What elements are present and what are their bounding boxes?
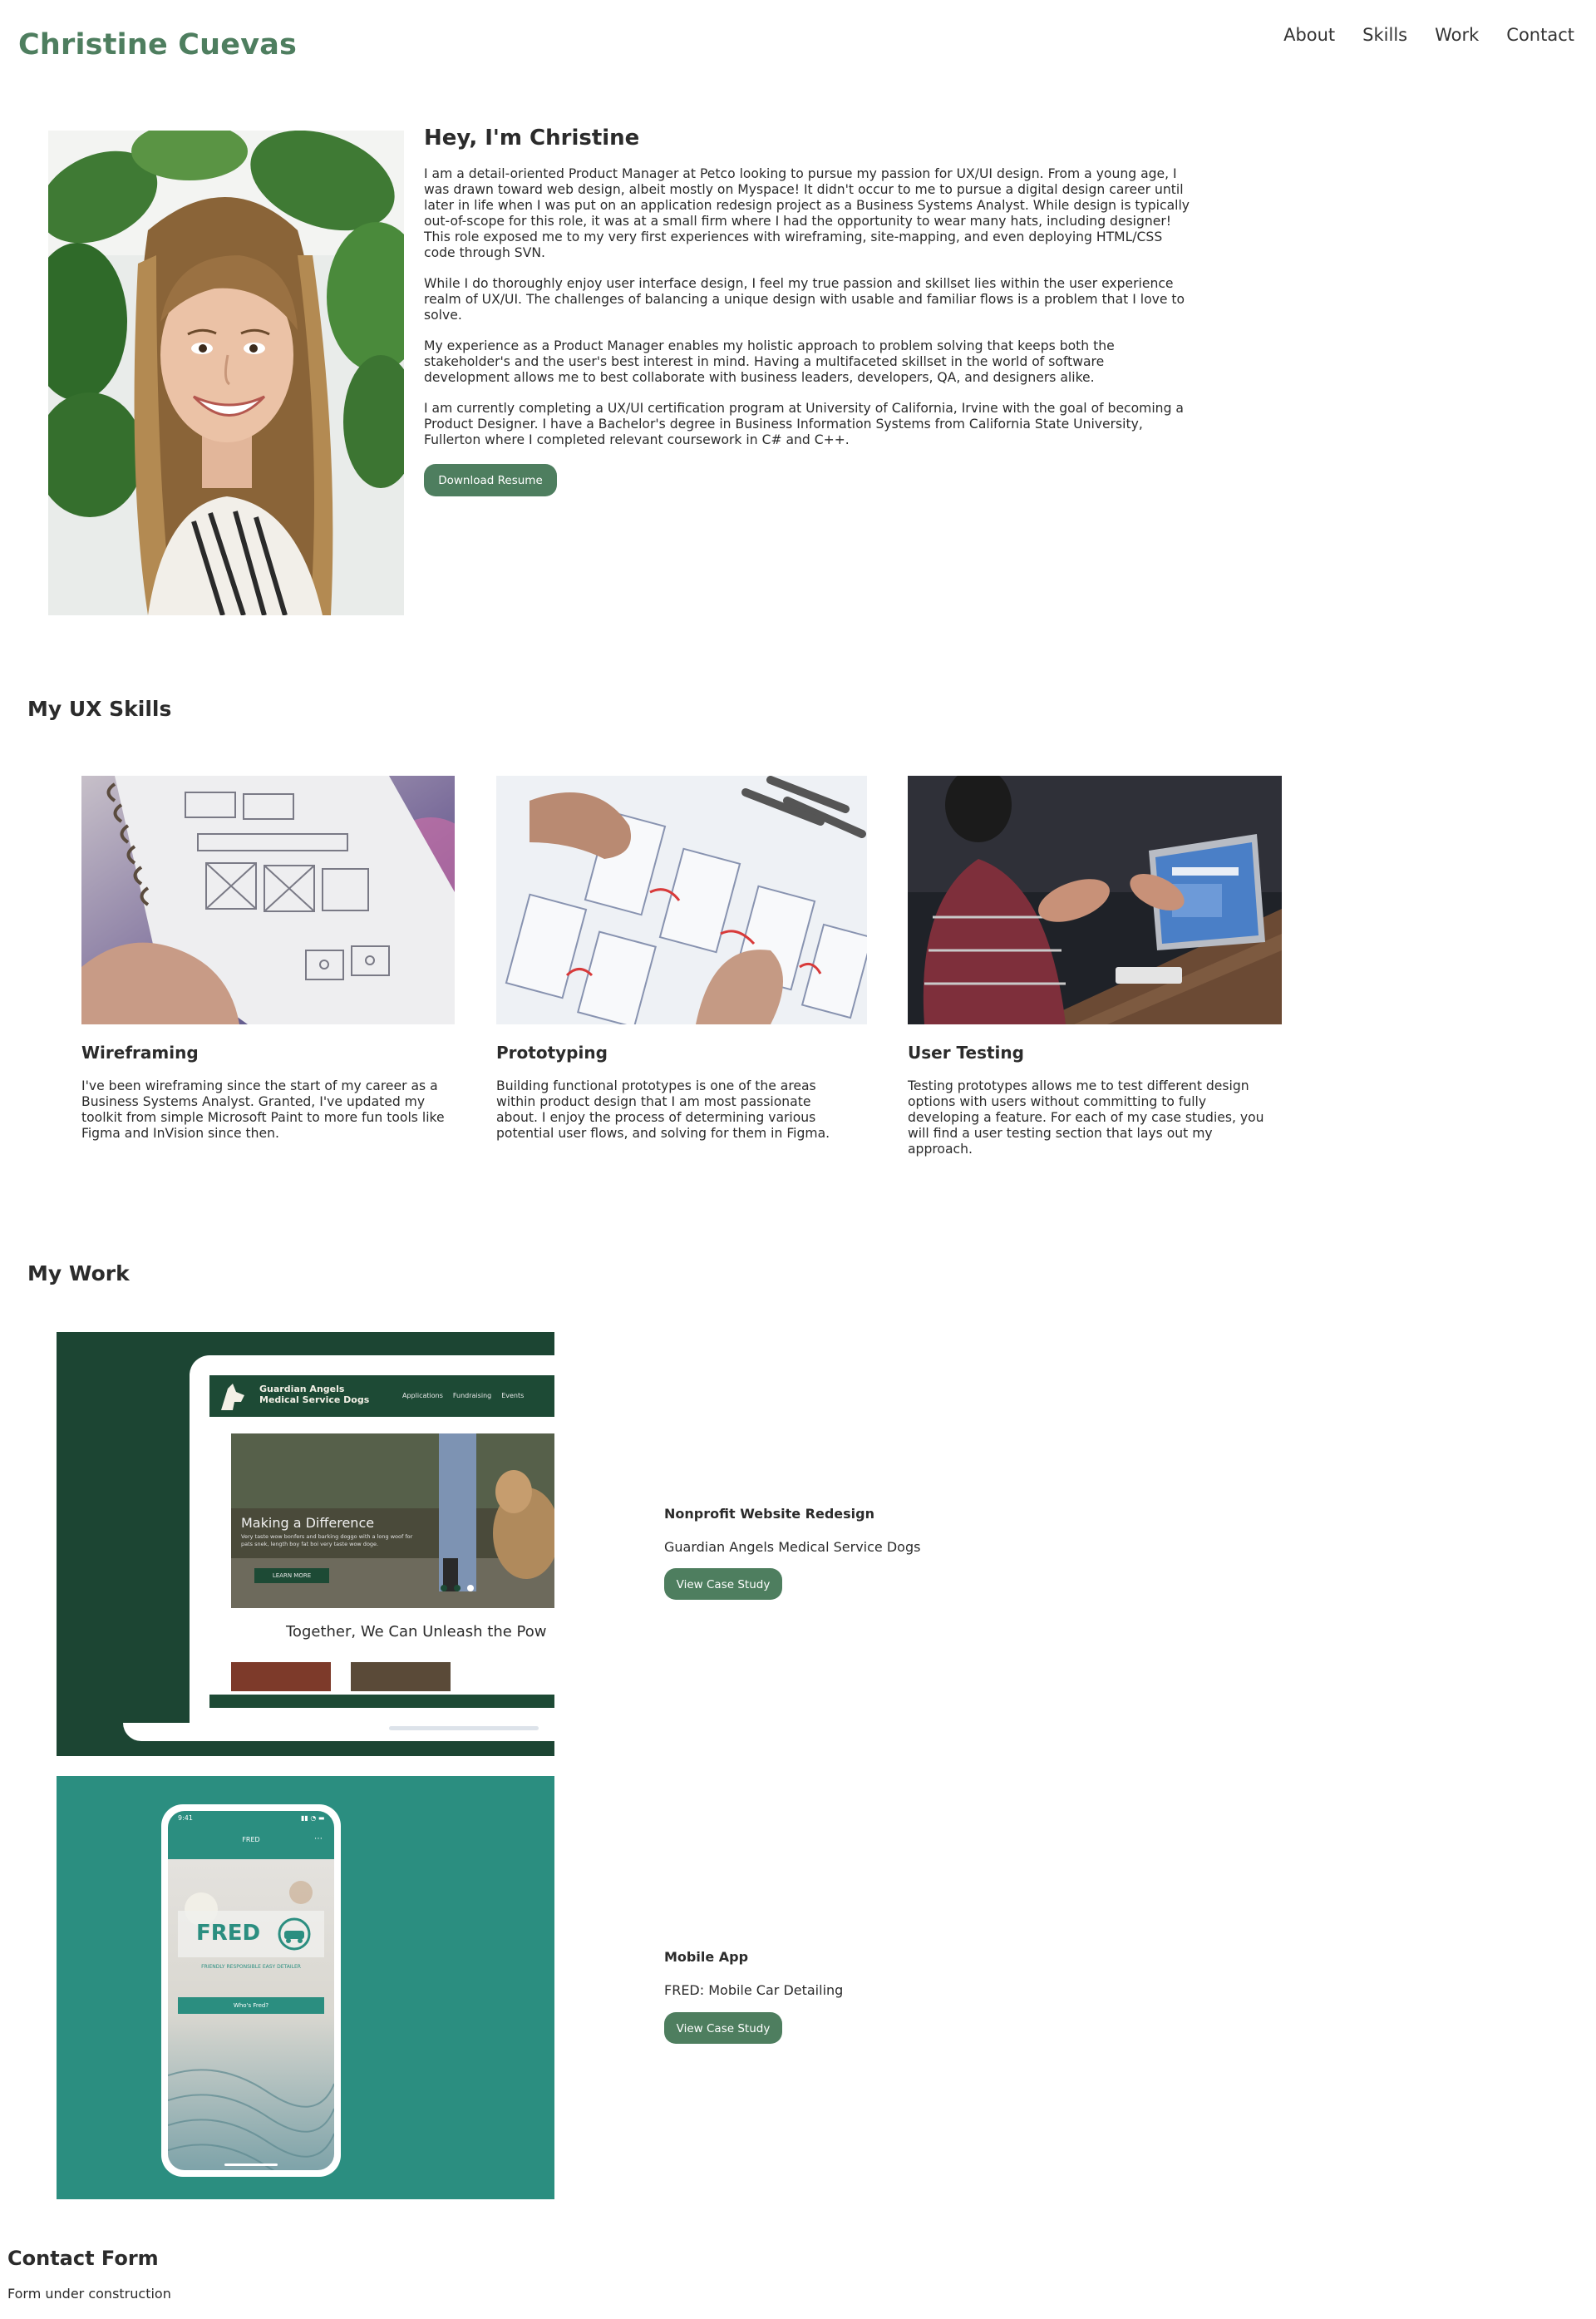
about-body: I am a detail-oriented Product Manager a… (424, 166, 1193, 463)
profile-photo (48, 131, 404, 615)
mock-site-nav: Applications Fundraising Events (402, 1392, 525, 1399)
view-case-study-button-mobile[interactable]: View Case Study (664, 2012, 782, 2044)
skill-title-wireframing: Wireframing (81, 1043, 199, 1063)
phone-bg-photo (168, 1859, 334, 2170)
skill-desc-wireframing: I've been wireframing since the start of… (81, 1078, 445, 1141)
laptop-hinge (389, 1726, 539, 1730)
prototyping-image (496, 776, 867, 1024)
mock-hero-text: Very taste wow bonfers and barking doggo… (241, 1533, 413, 1547)
fred-slogan: FRIENDLY RESPONSIBLE EASY DETAILER (201, 1964, 301, 1970)
about-heading: Hey, I'm Christine (424, 126, 640, 150)
download-resume-button[interactable]: Download Resume (424, 464, 557, 496)
skill-title-prototyping: Prototyping (496, 1043, 608, 1063)
work-heading: My Work (27, 1261, 130, 1285)
work-category-mobile: Mobile App (664, 1949, 749, 1965)
car-logo-icon (278, 1917, 311, 1951)
main-nav: About Skills Work Contact (1283, 25, 1574, 45)
whos-fred-button: Who's Fred? (178, 1997, 324, 2014)
nav-link-work[interactable]: Work (1435, 25, 1479, 45)
mock-thumb-2 (351, 1662, 451, 1691)
contact-status-text: Form under construction (7, 2286, 171, 2302)
phone-screen: 9:41 ▮▮ ◔ ▬ FRED ⋯ FRED FRIENDLY RESPONS… (168, 1811, 334, 2170)
skill-title-user-testing: User Testing (908, 1043, 1024, 1063)
phone-status-time: 9:41 (178, 1814, 193, 1822)
mock-hero-title: Making a Difference (241, 1515, 375, 1531)
dog-logo-icon (221, 1384, 244, 1410)
contact-heading: Contact Form (7, 2247, 159, 2270)
about-paragraph-4: I am currently completing a UX/UI certif… (424, 401, 1184, 447)
fred-logo-panel: FRED (178, 1911, 324, 1957)
work-name-fred: FRED: Mobile Car Detailing (664, 1982, 844, 1998)
wireframing-image (81, 776, 455, 1024)
fred-mobile-app-image[interactable]: 9:41 ▮▮ ◔ ▬ FRED ⋯ FRED FRIENDLY RESPONS… (57, 1776, 554, 2199)
mock-learn-more-button: LEARN MORE (254, 1568, 329, 1583)
mock-hero: Making a Difference Very taste wow bonfe… (231, 1433, 554, 1608)
skill-desc-user-testing: Testing prototypes allows me to test dif… (908, 1078, 1264, 1157)
work-name-guardian-angels: Guardian Angels Medical Service Dogs (664, 1539, 921, 1555)
phone-app-header: 9:41 ▮▮ ◔ ▬ FRED ⋯ (168, 1811, 334, 1859)
nav-link-about[interactable]: About (1283, 25, 1335, 45)
about-paragraph-2: While I do thoroughly enjoy user interfa… (424, 276, 1185, 323)
nonprofit-redesign-image[interactable]: Guardian Angels Medical Service Dogs App… (57, 1332, 554, 1756)
phone-home-indicator (224, 2164, 278, 2166)
laptop-frame: Guardian Angels Medical Service Dogs App… (190, 1355, 554, 1729)
mock-carousel-dots (441, 1585, 474, 1591)
user-testing-image (908, 776, 1282, 1024)
view-case-study-button-nonprofit[interactable]: View Case Study (664, 1568, 782, 1600)
mock-tagline: Together, We Can Unleash the Pow (286, 1623, 547, 1641)
about-paragraph-3: My experience as a Product Manager enabl… (424, 338, 1115, 385)
phone-status-icons: ▮▮ ◔ ▬ (301, 1814, 325, 1822)
phone-header-title: FRED (242, 1836, 260, 1843)
mock-thumb-1 (231, 1662, 331, 1691)
mock-site-header: Guardian Angels Medical Service Dogs App… (209, 1375, 554, 1417)
site-brand[interactable]: Christine Cuevas (18, 28, 297, 62)
work-category-nonprofit: Nonprofit Website Redesign (664, 1506, 874, 1522)
nav-link-skills[interactable]: Skills (1362, 25, 1407, 45)
mock-org-name: Guardian Angels Medical Service Dogs (259, 1384, 370, 1405)
phone-frame: 9:41 ▮▮ ◔ ▬ FRED ⋯ FRED FRIENDLY RESPONS… (161, 1804, 341, 2177)
mock-site-footer (209, 1695, 554, 1708)
about-paragraph-1: I am a detail-oriented Product Manager a… (424, 166, 1190, 260)
skill-desc-prototyping: Building functional prototypes is one of… (496, 1078, 830, 1141)
laptop-screen: Guardian Angels Medical Service Dogs App… (209, 1375, 554, 1708)
more-options-icon: ⋯ (314, 1834, 323, 1843)
nav-link-contact[interactable]: Contact (1506, 25, 1574, 45)
fred-logo-text: FRED (196, 1921, 261, 1946)
skills-heading: My UX Skills (27, 697, 172, 721)
